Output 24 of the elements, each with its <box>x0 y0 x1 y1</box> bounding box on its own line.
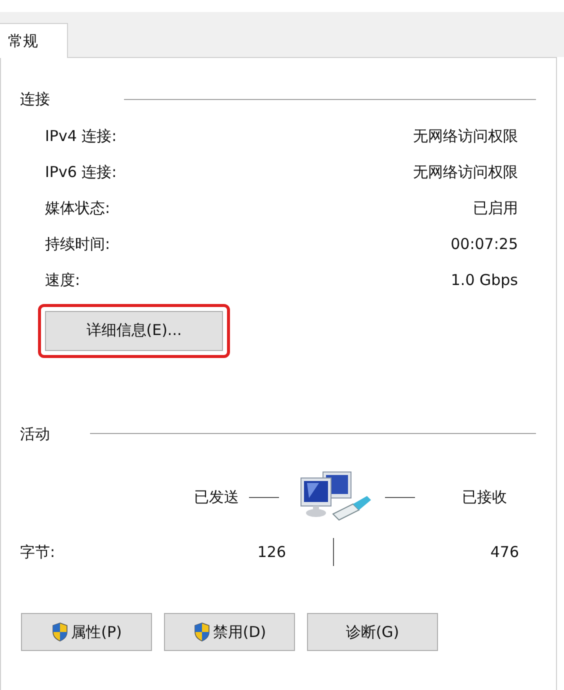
sent-label: 已发送 <box>193 486 239 508</box>
shield-icon <box>192 622 211 642</box>
field-label: IPv4 连接: <box>45 126 117 148</box>
bytes-received: 476 <box>489 542 519 563</box>
tab[interactable]: 常规 <box>0 23 68 58</box>
field-value: 无网络访问权限 <box>413 126 518 148</box>
field-value: 无网络访问权限 <box>413 162 518 184</box>
field-label: 媒体状态: <box>45 198 110 220</box>
field-label: 持续时间: <box>45 234 110 256</box>
action-button[interactable]: 禁用(D) <box>164 613 295 651</box>
bytes-label: 字节: <box>20 542 56 563</box>
details-button[interactable]: 详细信息(E)... <box>45 310 223 350</box>
field-label: 速度: <box>45 270 80 292</box>
bytes-sent: 126 <box>256 542 286 563</box>
action-button[interactable]: 诊断(G) <box>307 613 438 651</box>
field-value: 00:07:25 <box>450 234 518 256</box>
field-value: 已启用 <box>473 198 518 220</box>
field-label: IPv6 连接: <box>45 162 117 184</box>
field-value: 1.0 Gbps <box>450 270 518 292</box>
section-title: 活动 <box>20 424 51 444</box>
received-label: 已接收 <box>462 486 507 508</box>
shield-icon <box>51 622 70 642</box>
section-title: 连接 <box>20 89 51 110</box>
action-button[interactable]: 属性(P) <box>21 613 152 651</box>
